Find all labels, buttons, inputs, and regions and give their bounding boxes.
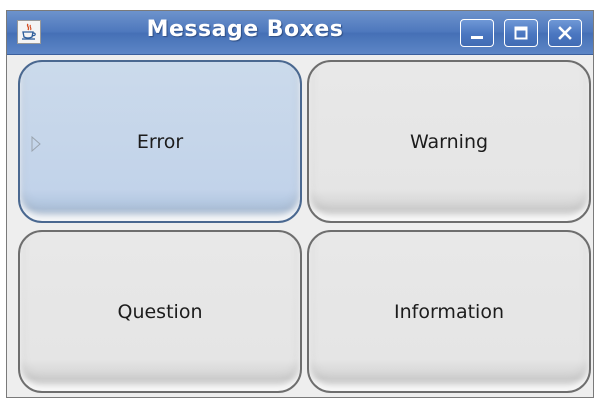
error-button-label: Error — [136, 130, 184, 153]
error-button[interactable]: Error — [18, 60, 302, 223]
close-icon — [558, 26, 572, 40]
focus-arrow-icon — [31, 136, 41, 152]
information-button[interactable]: Information — [307, 230, 591, 393]
minimize-button[interactable] — [460, 19, 494, 47]
java-coffee-cup-icon[interactable] — [17, 20, 41, 44]
information-button-label: Information — [394, 300, 504, 323]
question-button-label: Question — [117, 300, 203, 323]
title-bar[interactable]: Message Boxes — [7, 11, 593, 55]
warning-button-label: Warning — [409, 130, 489, 153]
maximize-button[interactable] — [504, 19, 538, 47]
question-button[interactable]: Question — [18, 230, 302, 393]
close-button[interactable] — [548, 19, 582, 47]
message-boxes-window: Message Boxes Error Warning Question Inf… — [6, 10, 594, 398]
window-title: Message Boxes — [146, 17, 344, 42]
warning-button[interactable]: Warning — [307, 60, 591, 223]
button-grid: Error Warning Question Information — [10, 58, 591, 394]
maximize-icon — [514, 26, 528, 40]
minimize-icon — [471, 36, 483, 39]
